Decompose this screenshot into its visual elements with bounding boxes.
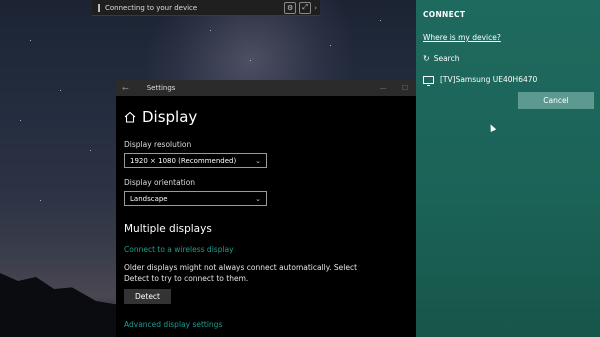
cast-status-text: Connecting to your device — [105, 3, 198, 12]
title-bar: ← Settings — ☐ — [116, 80, 416, 96]
settings-gear-icon[interactable]: ⚙ — [284, 1, 297, 14]
resolution-dropdown[interactable]: 1920 × 1080 (Recommended) ⌄ — [124, 153, 267, 168]
back-arrow-icon[interactable]: ← — [122, 84, 129, 93]
connect-title: CONNECT — [423, 10, 466, 19]
maximize-button[interactable]: ☐ — [394, 84, 416, 92]
search-status: ↻ Search — [423, 54, 593, 63]
search-label: Search — [433, 54, 460, 63]
detect-help-text: Older displays might not always connect … — [124, 263, 358, 283]
connect-pane: CONNECT Where is my device? ↻ Search [TV… — [416, 0, 600, 337]
orientation-value: Landscape — [130, 194, 168, 203]
search-icon: ↻ — [423, 54, 430, 63]
page-header: Display — [124, 108, 408, 126]
home-icon — [124, 111, 136, 123]
page-title: Display — [142, 108, 198, 126]
minimize-button[interactable]: — — [372, 84, 394, 92]
pin-icon[interactable]: ⤢ — [299, 1, 312, 14]
window-title: Settings — [146, 84, 176, 92]
settings-window: ← Settings — ☐ Display Display resolutio… — [116, 80, 416, 337]
resolution-label: Display resolution — [124, 140, 192, 149]
where-is-my-device-link[interactable]: Where is my device? — [423, 33, 593, 42]
tv-icon — [423, 75, 434, 86]
chevron-right-icon[interactable]: › — [314, 4, 320, 12]
device-list-item[interactable]: [TV]Samsung UE40H6470 — [423, 75, 593, 86]
device-name: [TV]Samsung UE40H6470 — [440, 75, 538, 84]
multiple-displays-heading: Multiple displays — [124, 223, 212, 235]
drag-grip-icon[interactable] — [98, 3, 100, 12]
advanced-display-settings-link[interactable]: Advanced display settings — [124, 320, 408, 329]
orientation-label: Display orientation — [124, 178, 196, 187]
cast-notification-bar: Connecting to your device ⚙ ⤢ › — [92, 0, 320, 16]
detect-button[interactable]: Detect — [124, 289, 171, 304]
orientation-dropdown[interactable]: Landscape ⌄ — [124, 191, 267, 206]
cancel-button[interactable]: Cancel — [518, 92, 594, 109]
mountain-silhouette — [0, 273, 120, 337]
chevron-down-icon: ⌄ — [255, 194, 261, 203]
wireless-display-link[interactable]: Connect to a wireless display — [124, 245, 408, 254]
chevron-down-icon: ⌄ — [255, 156, 261, 165]
resolution-value: 1920 × 1080 (Recommended) — [130, 156, 237, 165]
